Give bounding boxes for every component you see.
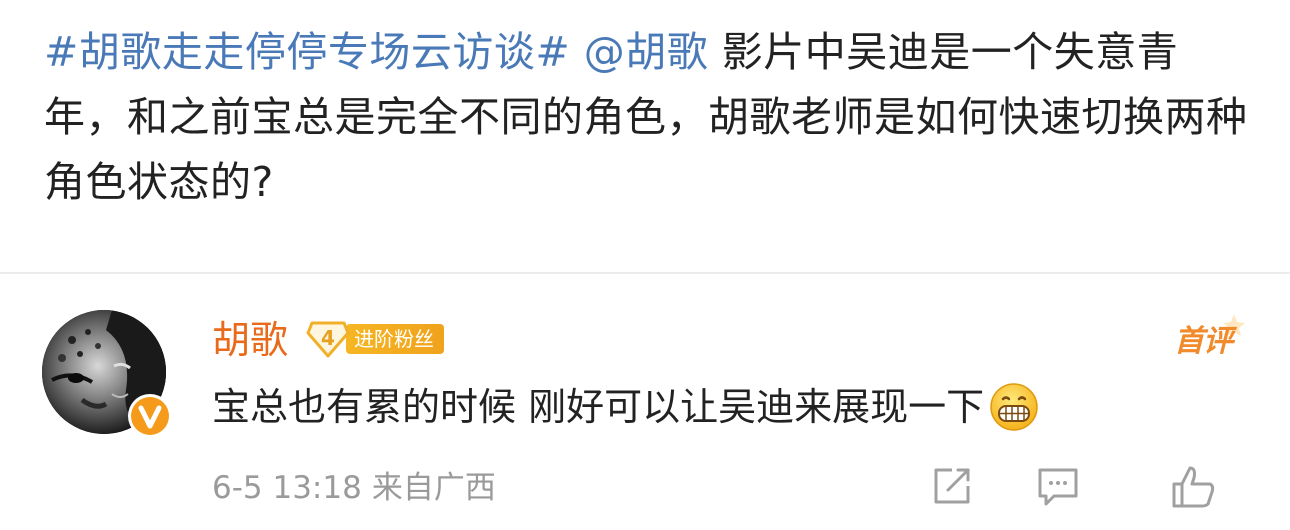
- grinning-face-emoji-icon: [990, 383, 1038, 431]
- fan-level-number: 4: [321, 326, 335, 350]
- share-icon[interactable]: [928, 462, 976, 510]
- first-comment-badge: 首评: [1170, 310, 1250, 362]
- mention-link[interactable]: @胡歌: [584, 28, 709, 76]
- fan-label: 进阶粉丝: [346, 324, 444, 354]
- comment-author[interactable]: 胡歌: [212, 316, 288, 364]
- comment-icon[interactable]: [1034, 462, 1082, 510]
- fan-level-icon: 4: [306, 319, 350, 359]
- comment-meta: 6-5 13:18 来自广西: [212, 468, 496, 508]
- like-icon[interactable]: [1144, 462, 1244, 510]
- fan-badge[interactable]: 4 进阶粉丝: [306, 319, 444, 359]
- first-comment-label: 首评: [1174, 324, 1233, 359]
- post-content: #胡歌走走停停专场云访谈# @胡歌 影片中吴迪是一个失意青年，和之前宝总是完全不…: [44, 20, 1254, 215]
- v-badge-icon: [128, 394, 172, 438]
- topic-link[interactable]: #胡歌走走停停专场云访谈#: [44, 28, 570, 76]
- comment-location: 来自广西: [371, 470, 496, 506]
- comment-text-row: 宝总也有累的时候 刚好可以让吴迪来展现一下: [212, 380, 1040, 434]
- comment-text: 宝总也有累的时候 刚好可以让吴迪来展现一下: [212, 385, 985, 429]
- divider: [0, 272, 1290, 274]
- comment-time: 6-5 13:18: [212, 470, 362, 506]
